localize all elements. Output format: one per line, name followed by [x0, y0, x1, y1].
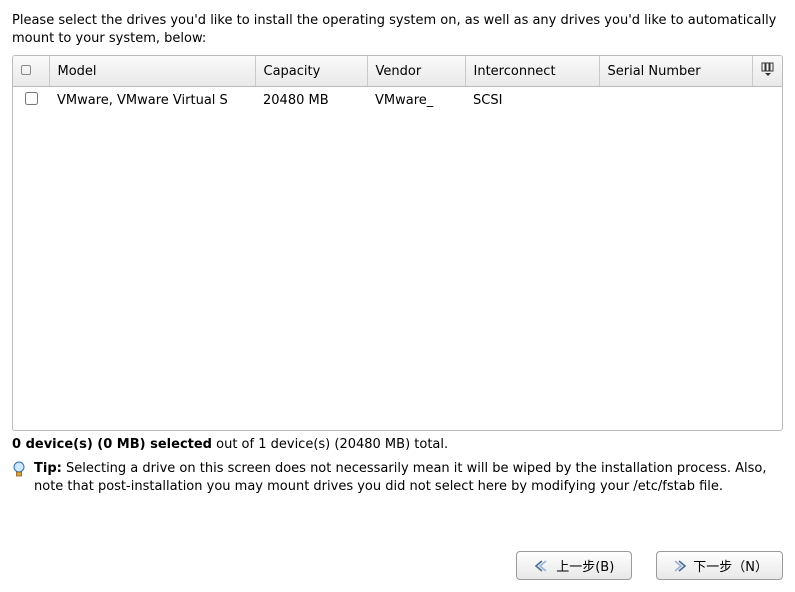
- tip-body: Selecting a drive on this screen does no…: [34, 461, 767, 494]
- column-chooser-icon: [761, 62, 775, 76]
- back-label: 上一步(B): [556, 556, 614, 575]
- nav-button-row: 上一步(B) 下一步（N）: [12, 531, 783, 580]
- arrow-right-icon: [671, 559, 687, 573]
- header-menu[interactable]: [752, 56, 782, 87]
- header-interconnect[interactable]: Interconnect: [465, 56, 599, 87]
- selection-summary: 0 device(s) (0 MB) selected out of 1 dev…: [12, 437, 783, 452]
- header-check-icon: [21, 65, 31, 75]
- cell-interconnect: SCSI: [465, 87, 599, 115]
- back-button[interactable]: 上一步(B): [516, 551, 632, 580]
- header-serial[interactable]: Serial Number: [599, 56, 752, 87]
- lightbulb-icon: [12, 460, 26, 479]
- cell-capacity: 20480 MB: [255, 87, 367, 115]
- cell-vendor: VMware_: [367, 87, 465, 115]
- header-row: Model Capacity Vendor Interconnect Seria…: [13, 56, 782, 87]
- tip-text: Tip: Selecting a drive on this screen do…: [34, 460, 783, 495]
- table-row[interactable]: VMware, VMware Virtual S 20480 MB VMware…: [13, 87, 782, 115]
- drive-table: Model Capacity Vendor Interconnect Seria…: [13, 56, 782, 114]
- tip-label: Tip:: [34, 461, 62, 476]
- header-check[interactable]: [13, 56, 49, 87]
- selection-total: out of 1 device(s) (20480 MB) total.: [212, 437, 448, 452]
- header-vendor[interactable]: Vendor: [367, 56, 465, 87]
- drive-checkbox[interactable]: [25, 92, 38, 105]
- header-model[interactable]: Model: [49, 56, 255, 87]
- selection-count: 0 device(s) (0 MB) selected: [12, 437, 212, 452]
- arrow-left-icon: [534, 559, 550, 573]
- drive-table-container: Model Capacity Vendor Interconnect Seria…: [12, 55, 783, 431]
- tip-row: Tip: Selecting a drive on this screen do…: [12, 460, 783, 495]
- header-capacity[interactable]: Capacity: [255, 56, 367, 87]
- next-button[interactable]: 下一步（N）: [656, 551, 783, 580]
- cell-model: VMware, VMware Virtual S: [49, 87, 255, 115]
- cell-serial: [599, 87, 752, 115]
- next-label: 下一步（N）: [693, 556, 768, 575]
- instruction-text: Please select the drives you'd like to i…: [12, 12, 783, 47]
